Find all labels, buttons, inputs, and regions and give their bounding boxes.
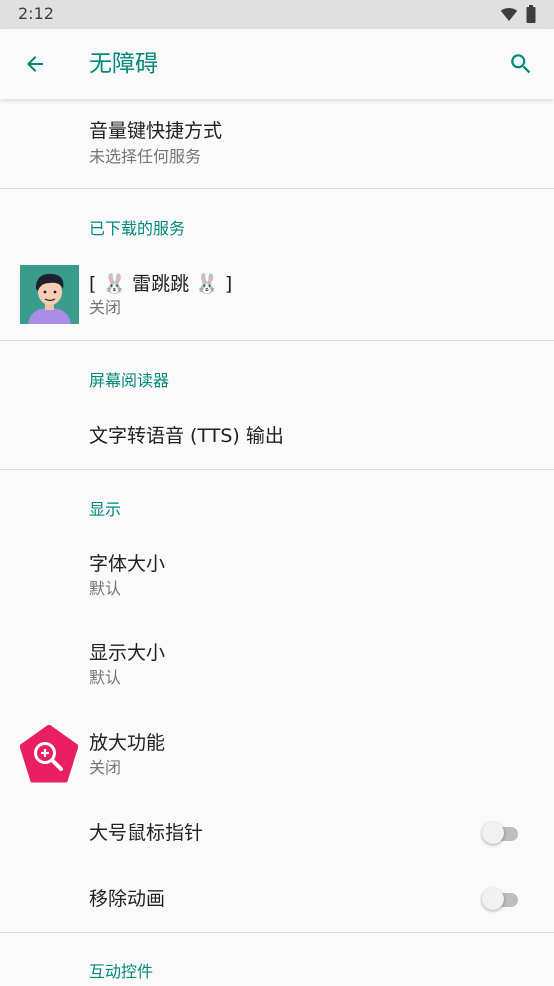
display-size-item[interactable]: 显示大小 默认 bbox=[0, 622, 554, 710]
remove-animations-title: 移除动画 bbox=[89, 888, 166, 910]
remove-animations-item[interactable]: 移除动画 bbox=[0, 866, 554, 932]
tts-output-item[interactable]: 文字转语音 (TTS) 输出 bbox=[0, 405, 554, 467]
wifi-icon bbox=[500, 8, 518, 21]
font-size-value: 默认 bbox=[89, 579, 122, 598]
display-size-value: 默认 bbox=[89, 668, 122, 687]
divider bbox=[0, 932, 554, 933]
large-pointer-title: 大号鼠标指针 bbox=[89, 822, 204, 844]
lei-tiao-tiao-service-item[interactable]: [ 🐰 雷跳跳 🐰 ] 关闭 bbox=[0, 251, 554, 339]
magnification-status: 关闭 bbox=[89, 758, 122, 777]
lei-tiao-tiao-status: 关闭 bbox=[89, 298, 122, 317]
battery-icon bbox=[526, 5, 536, 23]
status-time: 2:12 bbox=[18, 4, 54, 23]
lei-tiao-tiao-title: [ 🐰 雷跳跳 🐰 ] bbox=[89, 273, 233, 295]
remove-animations-toggle[interactable] bbox=[482, 887, 520, 911]
interaction-controls-header: 互动控件 bbox=[89, 962, 154, 981]
divider bbox=[0, 340, 554, 341]
large-pointer-item[interactable]: 大号鼠标指针 bbox=[0, 800, 554, 866]
magnification-item[interactable]: 放大功能 关闭 bbox=[0, 711, 554, 799]
avatar-icon bbox=[20, 265, 79, 324]
downloaded-services-header: 已下载的服务 bbox=[89, 219, 186, 238]
divider bbox=[0, 469, 554, 470]
volume-shortcut-subtitle: 未选择任何服务 bbox=[89, 147, 202, 166]
tts-output-title: 文字转语音 (TTS) 输出 bbox=[89, 425, 284, 447]
display-size-title: 显示大小 bbox=[89, 642, 166, 664]
font-size-item[interactable]: 字体大小 默认 bbox=[0, 533, 554, 621]
search-icon bbox=[511, 54, 531, 74]
back-button[interactable] bbox=[14, 43, 56, 85]
font-size-title: 字体大小 bbox=[89, 553, 166, 575]
search-button[interactable] bbox=[500, 43, 542, 85]
toggle-thumb bbox=[482, 888, 504, 910]
status-bar: 2:12 bbox=[0, 0, 554, 29]
status-icons bbox=[500, 5, 536, 23]
arrow-back-icon bbox=[27, 56, 43, 72]
magnification-title: 放大功能 bbox=[89, 732, 166, 754]
divider bbox=[0, 188, 554, 189]
volume-shortcut-item[interactable]: 音量键快捷方式 未选择任何服务 bbox=[0, 99, 554, 188]
page-title: 无障碍 bbox=[89, 51, 158, 77]
app-bar: 无障碍 bbox=[0, 29, 554, 99]
toggle-thumb bbox=[482, 822, 504, 844]
magnification-icon bbox=[19, 724, 79, 783]
large-pointer-toggle[interactable] bbox=[482, 821, 520, 845]
display-header: 显示 bbox=[89, 500, 122, 519]
volume-shortcut-title: 音量键快捷方式 bbox=[89, 120, 223, 142]
screen-reader-header: 屏幕阅读器 bbox=[89, 371, 170, 390]
